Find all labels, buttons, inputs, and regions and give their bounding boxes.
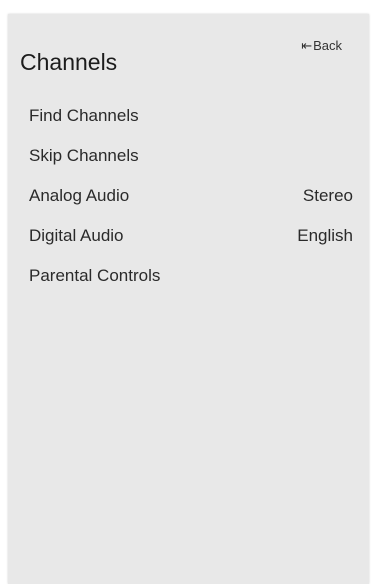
channels-panel: Channels ⇤ Back Find Channels Skip Chann…: [8, 14, 369, 584]
menu-item-label: Analog Audio: [29, 186, 130, 205]
menu-item-value: English: [297, 226, 353, 245]
channels-menu: Find Channels Skip Channels Analog Audio…: [29, 96, 353, 296]
menu-item-label: Find Channels: [29, 106, 139, 125]
menu-item-label: Digital Audio: [29, 226, 124, 245]
menu-item-parental-controls[interactable]: Parental Controls: [29, 256, 349, 296]
menu-item-label: Skip Channels: [29, 146, 139, 165]
menu-item-analog-audio[interactable]: Analog Audio Stereo: [29, 176, 353, 216]
menu-item-find-channels[interactable]: Find Channels: [29, 96, 349, 136]
menu-item-skip-channels[interactable]: Skip Channels: [29, 136, 349, 176]
back-button[interactable]: ⇤ Back: [301, 38, 342, 54]
menu-item-label: Parental Controls: [29, 266, 161, 285]
menu-item-value: Stereo: [302, 186, 353, 205]
menu-item-digital-audio[interactable]: Digital Audio English: [29, 216, 353, 256]
back-arrow-icon: ⇤: [301, 38, 313, 53]
page-title: Channels: [20, 49, 118, 75]
back-label: Back: [313, 38, 342, 53]
